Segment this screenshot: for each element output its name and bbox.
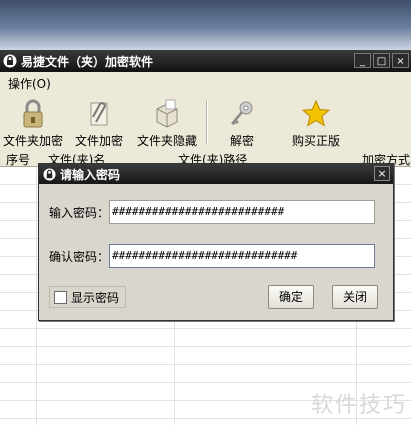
dialog-titlebar: 请输入密码 × — [39, 164, 393, 184]
confirm-password-input[interactable]: ############################ — [109, 244, 375, 268]
dialog-close-icon[interactable]: × — [374, 166, 390, 181]
minimize-button[interactable]: _ — [354, 53, 371, 68]
toolbar: 文件夹加密 文件加密 文件夹隐藏 解密 购买正版 — [0, 94, 411, 150]
column-divider — [36, 167, 37, 425]
folder-encrypt-button[interactable]: 文件夹加密 — [2, 94, 64, 150]
desktop-background — [0, 0, 411, 50]
ok-button[interactable]: 确定 — [268, 285, 314, 309]
checkbox-box[interactable] — [54, 290, 67, 304]
confirm-label: 确认密码： — [49, 249, 110, 264]
column-header[interactable]: 序号 — [6, 151, 30, 168]
watermark: 软件技巧 — [310, 393, 407, 418]
app-titlebar: 易捷文件（夹）加密软件 _ □ × — [0, 50, 411, 72]
box-icon — [156, 99, 178, 128]
password-row: 输入密码： ########################## — [49, 200, 375, 224]
decrypt-button[interactable]: 解密 — [222, 94, 262, 150]
maximize-button[interactable]: □ — [373, 53, 390, 68]
lock-icon — [3, 54, 17, 68]
star-icon — [301, 99, 331, 127]
show-password-checkbox[interactable]: 显示密码 — [49, 286, 127, 308]
file-encrypt-button[interactable]: 文件加密 — [70, 94, 128, 150]
menu-bar: 操作(O) — [0, 72, 411, 94]
close-button[interactable]: × — [392, 53, 409, 68]
buy-button[interactable]: 购买正版 — [286, 94, 346, 150]
close-dialog-button[interactable]: 关闭 — [332, 285, 378, 309]
password-dialog: 请输入密码 × 输入密码： ##########################… — [38, 163, 394, 321]
paperclip-icon — [90, 102, 108, 126]
password-label: 输入密码： — [49, 205, 110, 220]
confirm-row: 确认密码： ############################ — [49, 244, 375, 268]
show-password-label: 显示密码 — [71, 290, 120, 305]
dialog-title: 请输入密码 — [60, 167, 121, 182]
password-input[interactable]: ########################## — [109, 200, 375, 224]
app-title: 易捷文件（夹）加密软件 — [21, 54, 154, 69]
key-icon — [231, 101, 253, 125]
menu-operate[interactable]: 操作(O) — [0, 75, 51, 92]
lock-icon — [23, 99, 43, 128]
lock-icon — [43, 167, 56, 181]
toolbar-separator — [206, 100, 208, 144]
folder-hide-button[interactable]: 文件夹隐藏 — [134, 94, 200, 150]
